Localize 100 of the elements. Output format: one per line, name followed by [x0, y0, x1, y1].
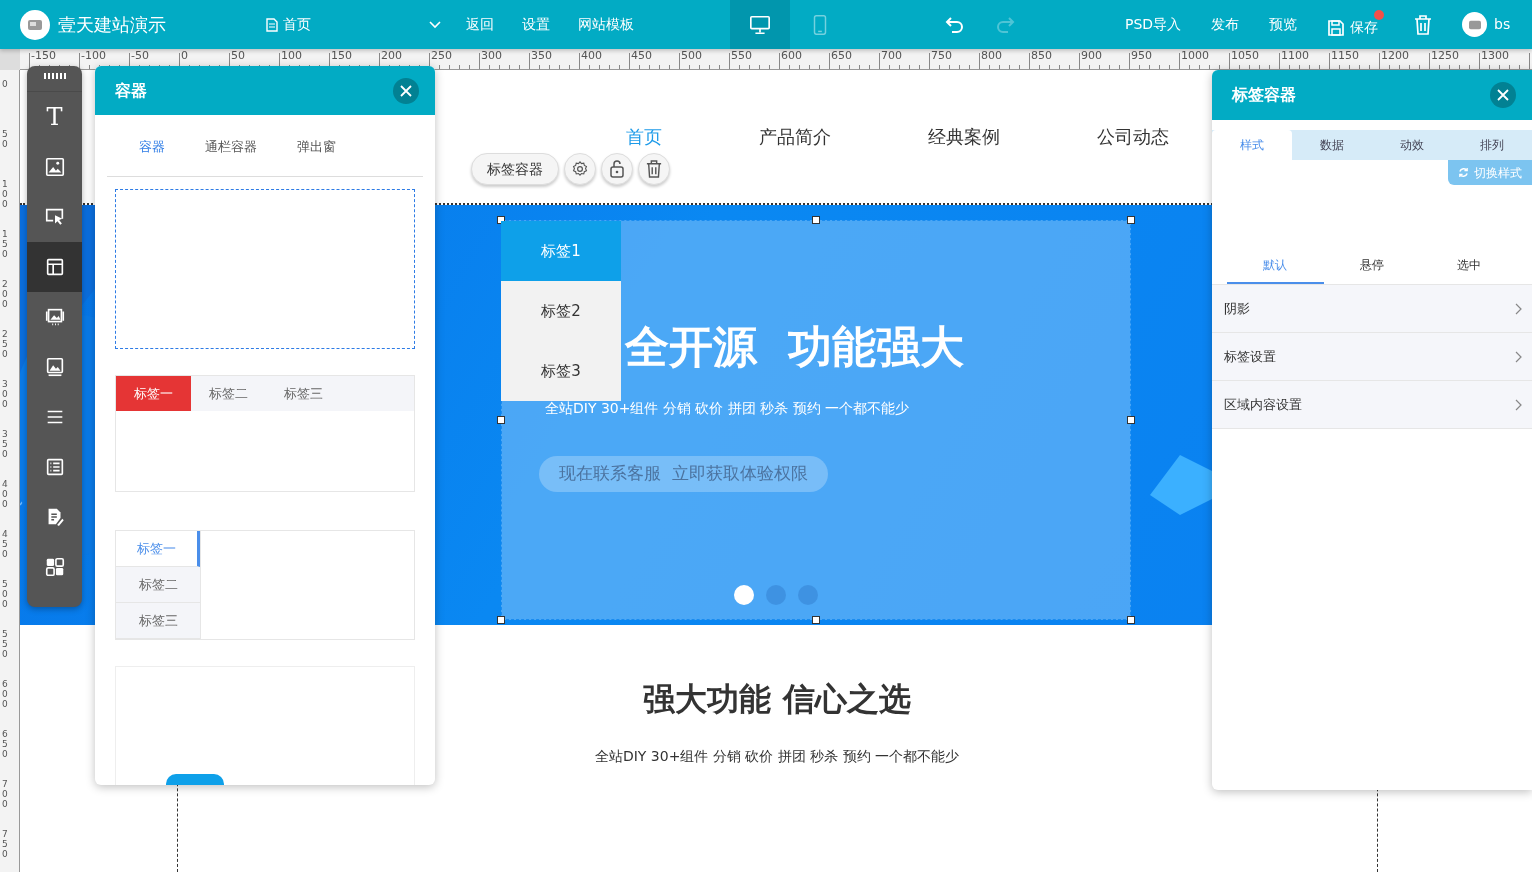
tabs-preview[interactable]: 标签一 标签二 标签三 — [115, 375, 415, 492]
nav-link[interactable]: 经典案例 — [928, 124, 1000, 203]
ruler-label: 150 — [331, 50, 352, 61]
avatar-icon — [1462, 12, 1488, 37]
preview-tab: 标签一 — [116, 376, 191, 411]
tab[interactable]: 通栏容器 — [185, 137, 277, 155]
row-label: 阴影 — [1224, 299, 1250, 318]
settings-button[interactable] — [564, 153, 596, 185]
ruler-label: 800 — [981, 50, 1002, 61]
section-subtitle: 全站DIY 30+组件 分销 砍价 拼团 秒杀 预约 一个都不能少 — [593, 747, 961, 767]
close-icon — [400, 84, 412, 97]
tab[interactable]: 标签3 — [501, 341, 621, 401]
tool-button[interactable] — [27, 242, 82, 292]
ruler-label: -100 — [81, 50, 106, 61]
resize-handle[interactable] — [497, 416, 505, 424]
ruler-label: 700 — [2, 779, 9, 809]
document-icon — [266, 17, 278, 32]
settings-row[interactable]: 区域内容设置 — [1212, 381, 1532, 429]
ruler-label: 250 — [2, 329, 9, 359]
banner-title: 全开源 功能强大 — [625, 323, 964, 372]
ruler-label: 350 — [531, 50, 552, 61]
section-title: 强大功能 信心之选 — [642, 680, 912, 719]
device-toggle[interactable] — [730, 0, 790, 49]
resize-handle[interactable] — [497, 616, 505, 624]
resize-handle[interactable] — [1127, 416, 1135, 424]
ruler-label: 1150 — [1331, 50, 1359, 61]
refresh-icon — [1458, 167, 1469, 178]
resize-handle[interactable] — [1127, 216, 1135, 224]
ruler-corner — [0, 49, 20, 70]
ruler-label: 450 — [631, 50, 652, 61]
resize-handle[interactable] — [812, 216, 820, 224]
ruler-label: 550 — [731, 50, 752, 61]
panel-title: 容器 — [115, 79, 147, 102]
gallery-icon — [43, 306, 66, 328]
chevron-right-icon — [1515, 350, 1522, 363]
ruler-label: 100 — [281, 50, 302, 61]
grip-icon[interactable] — [42, 72, 67, 80]
nav-link[interactable]: 公司动态 — [1097, 124, 1169, 203]
ruler-label: 550 — [2, 629, 9, 659]
ruler-label: 1250 — [1431, 50, 1459, 61]
tab[interactable]: 标签2 — [501, 281, 621, 341]
ruler-label: 150 — [2, 229, 9, 259]
tabs-preview[interactable]: 标签一 标签二 标签三 — [115, 530, 415, 640]
close-button[interactable] — [393, 77, 419, 104]
tool-button[interactable]: T — [27, 92, 82, 142]
settings-row[interactable]: 阴影 — [1212, 285, 1532, 333]
grid-icon — [43, 556, 66, 578]
state-tab[interactable]: 选中 — [1420, 247, 1517, 284]
close-icon — [1497, 89, 1509, 101]
ruler-label: 100 — [2, 179, 9, 209]
delete-button[interactable] — [638, 153, 670, 185]
tab[interactable]: 样式 — [1212, 130, 1292, 160]
ruler-label: 1200 — [1381, 50, 1409, 61]
ruler-label: 650 — [831, 50, 852, 61]
lock-icon — [609, 160, 625, 178]
tab[interactable]: 排列 — [1452, 130, 1532, 160]
site-title: 壹天建站演示 — [58, 13, 166, 37]
panel-title: 标签容器 — [1232, 84, 1296, 106]
tab[interactable]: 弹出窗 — [277, 137, 356, 155]
text-icon: T — [46, 105, 63, 129]
nav-link[interactable]: 产品简介 — [759, 124, 831, 203]
ruler-label: 200 — [2, 279, 9, 309]
ruler-label: 400 — [581, 50, 602, 61]
ruler-label: 600 — [781, 50, 802, 61]
chevron-right-icon — [1515, 302, 1522, 315]
image-icon — [43, 156, 66, 178]
ruler-label: 300 — [481, 50, 502, 61]
ruler-label: 250 — [431, 50, 452, 61]
ruler-label: 750 — [2, 829, 9, 859]
floppy-icon — [1327, 18, 1346, 37]
ruler-label: 950 — [1131, 50, 1152, 61]
ruler-label: 200 — [381, 50, 402, 61]
ruler-label: 850 — [1031, 50, 1052, 61]
row-label: 标签设置 — [1224, 347, 1276, 366]
trash-icon — [646, 160, 662, 178]
trash-icon — [1414, 14, 1433, 35]
resize-handle[interactable] — [1127, 616, 1135, 624]
ruler-label: 700 — [881, 50, 902, 61]
state-tab[interactable]: 悬停 — [1323, 247, 1421, 284]
ruler-label: 1100 — [1281, 50, 1309, 61]
user-name: bs — [1494, 15, 1511, 34]
ruler-label: 0 — [2, 79, 9, 89]
carousel-dot[interactable] — [734, 585, 754, 605]
ruler-label: 750 — [931, 50, 952, 61]
ruler-label: 50 — [231, 50, 245, 61]
ruler-label: 350 — [2, 429, 9, 459]
tab[interactable]: 动效 — [1372, 130, 1452, 160]
chevron-down-icon — [429, 20, 441, 29]
close-button[interactable] — [1490, 82, 1516, 108]
settings-row[interactable]: 标签设置 — [1212, 333, 1532, 381]
element-label[interactable]: 标签容器 — [471, 153, 559, 185]
banner-subtitle: 全站DIY 30+组件 分销 砍价 拼团 秒杀 预约 一个都不能少 — [545, 399, 910, 418]
row-label: 区域内容设置 — [1224, 395, 1302, 414]
tab[interactable]: 数据 — [1292, 130, 1372, 160]
tab[interactable]: 容器 — [119, 137, 185, 155]
lock-button[interactable] — [601, 153, 633, 185]
ruler-label: 400 — [2, 479, 9, 509]
resize-handle[interactable] — [812, 616, 820, 624]
ruler-label: 0 — [181, 50, 188, 61]
ruler-label: 900 — [1081, 50, 1102, 61]
